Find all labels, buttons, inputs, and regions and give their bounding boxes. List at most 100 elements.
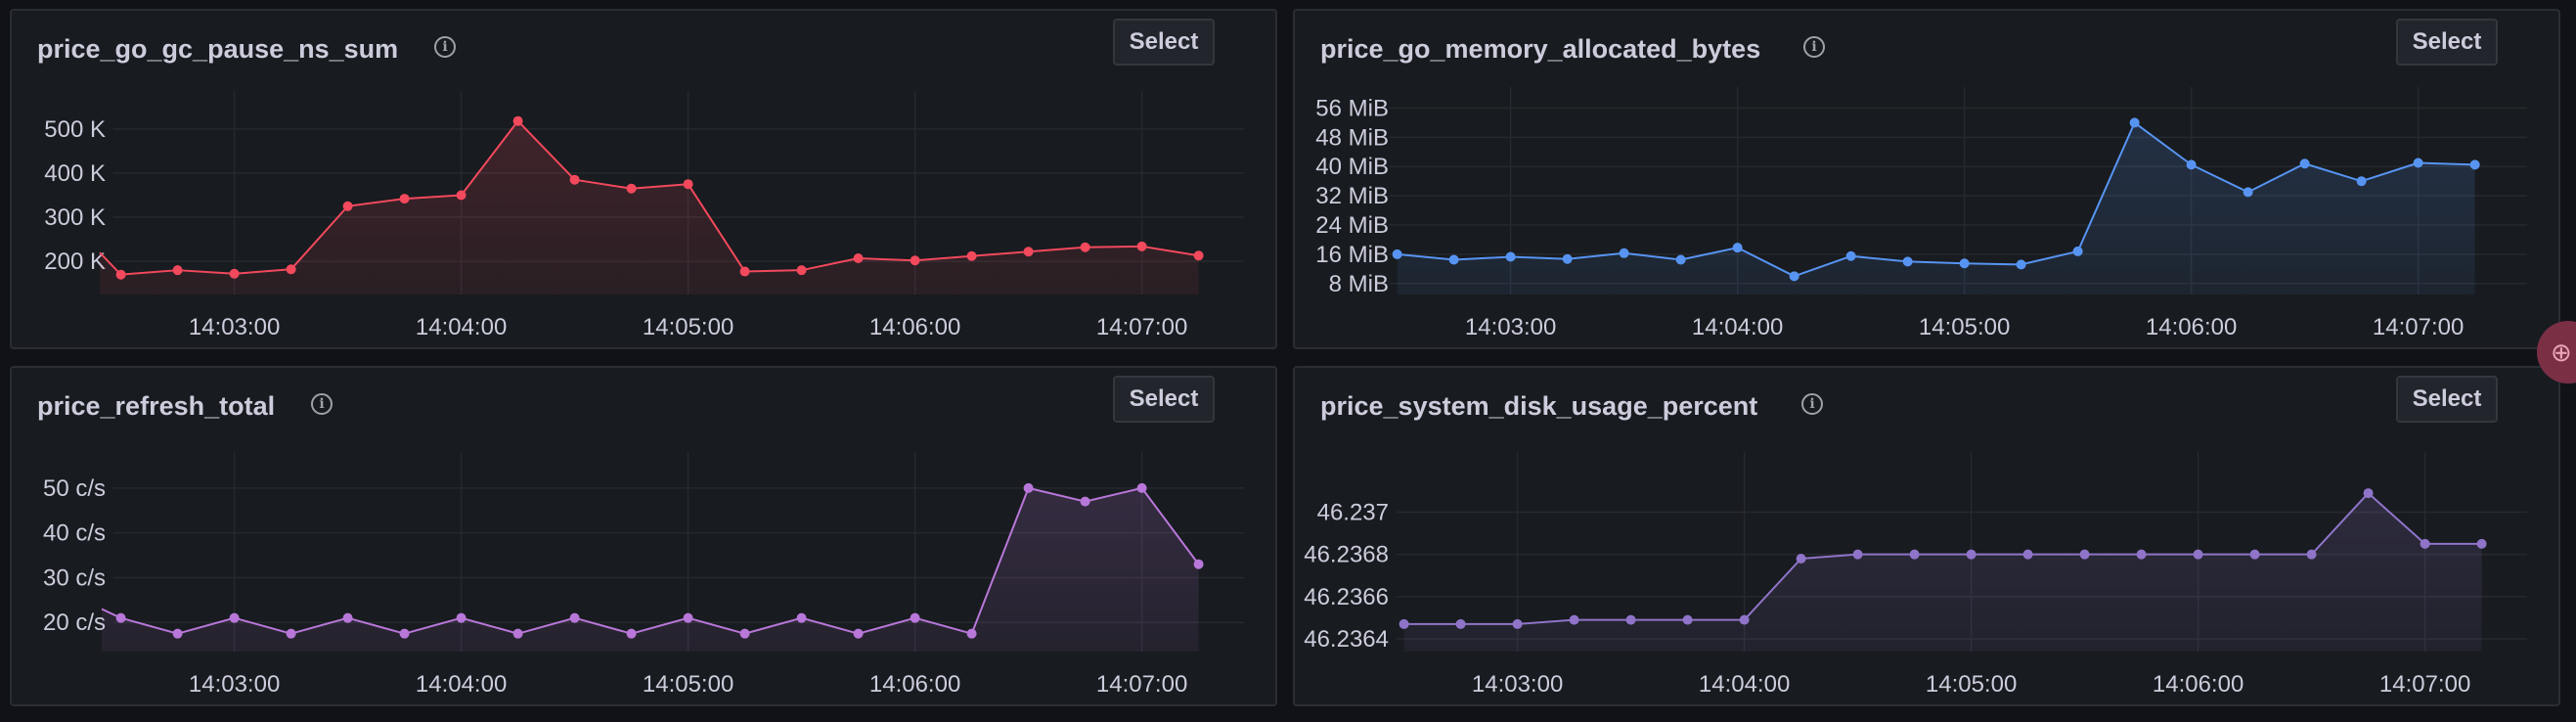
y-tick-label: 40 c/s	[43, 520, 106, 547]
data-point	[342, 201, 353, 211]
data-point	[456, 612, 466, 623]
data-point	[1789, 271, 1799, 282]
data-point	[1625, 614, 1636, 625]
data-point	[229, 268, 240, 279]
data-point	[1732, 243, 1743, 253]
data-point	[569, 174, 580, 185]
data-point	[2129, 117, 2140, 128]
x-tick-label: 14:04:00	[1692, 314, 1783, 340]
x-tick-label: 14:05:00	[643, 314, 733, 340]
data-point	[512, 628, 523, 639]
data-point	[2469, 159, 2480, 170]
y-tick-label: 200 K	[44, 248, 106, 275]
y-tick-label: 8 MiB	[1329, 271, 1389, 297]
data-point	[853, 253, 864, 264]
data-point	[1682, 614, 1693, 625]
data-point	[399, 628, 410, 639]
data-point	[966, 628, 977, 639]
x-tick-label: 14:06:00	[2146, 314, 2237, 340]
data-point	[739, 628, 750, 639]
y-tick-label: 46.2368	[1304, 542, 1389, 568]
data-point	[683, 612, 693, 623]
data-point	[456, 190, 466, 201]
data-point	[683, 179, 693, 190]
data-point	[172, 628, 183, 639]
data-point	[2249, 549, 2260, 560]
x-tick-label: 14:03:00	[1465, 314, 1556, 340]
data-point	[1392, 248, 1402, 259]
data-point	[1909, 549, 1920, 560]
data-point	[1902, 256, 1913, 267]
y-tick-label: 46.237	[1317, 500, 1389, 526]
data-point	[2072, 246, 2083, 256]
data-point	[115, 612, 126, 623]
x-tick-label: 14:03:00	[1472, 671, 1563, 698]
data-point	[1505, 251, 1516, 262]
data-point	[1619, 248, 1629, 258]
y-tick-label: 24 MiB	[1315, 212, 1389, 239]
x-tick-label: 14:04:00	[1699, 671, 1790, 698]
panel-refresh-total: price_refresh_total i Select 20 c/s 30 c/…	[10, 366, 1277, 706]
data-point	[1959, 258, 1970, 269]
x-tick-label: 14:03:00	[189, 314, 280, 340]
data-point	[2363, 488, 2374, 499]
data-point	[2136, 549, 2147, 560]
panel-memory-allocated: price_go_memory_allocated_bytes i Select…	[1293, 9, 2560, 349]
series-area	[100, 120, 1199, 294]
data-point	[796, 265, 807, 276]
data-point	[286, 264, 296, 275]
data-point	[1966, 549, 1976, 560]
x-tick-label: 14:05:00	[643, 671, 733, 698]
x-tick-label: 14:05:00	[1926, 671, 2017, 698]
data-point	[796, 612, 807, 623]
chart-gc-pause: 200 K 300 K 400 K 500 K 14:03:00 14:04:00 14:0…	[44, 91, 1244, 340]
y-tick-label: 400 K	[44, 160, 106, 187]
x-tick-label: 14:06:00	[869, 314, 960, 340]
x-tick-label: 14:07:00	[2379, 671, 2470, 698]
y-tick-label: 40 MiB	[1315, 154, 1389, 180]
x-tick-label: 14:04:00	[416, 314, 507, 340]
data-point	[342, 612, 353, 623]
series-area	[1403, 493, 2482, 652]
x-tick-label: 14:05:00	[1919, 314, 2010, 340]
data-point	[1455, 618, 1466, 629]
data-point	[2476, 538, 2487, 549]
x-tick-label: 14:07:00	[1096, 671, 1187, 698]
data-point	[1512, 618, 1523, 629]
data-point	[1136, 241, 1147, 251]
data-point	[1080, 496, 1090, 507]
data-point	[910, 612, 920, 623]
data-point	[2186, 159, 2197, 170]
chart-disk-usage: 46.2364 46.2366 46.2368 46.237 14:03:00 14:04…	[1304, 452, 2527, 698]
data-point	[626, 628, 637, 639]
y-tick-label: 48 MiB	[1315, 124, 1389, 151]
data-point	[2299, 158, 2310, 169]
data-point	[1739, 614, 1750, 625]
x-tick-label: 14:04:00	[416, 671, 507, 698]
y-tick-label: 30 c/s	[43, 564, 106, 591]
data-point	[1845, 250, 1856, 261]
data-point	[2193, 549, 2203, 560]
data-point	[2420, 538, 2430, 549]
y-tick-label: 300 K	[44, 204, 106, 231]
data-point	[1448, 254, 1459, 265]
data-point	[1562, 253, 1573, 264]
data-point	[2079, 549, 2090, 560]
data-point	[1023, 482, 1034, 493]
y-tick-label: 16 MiB	[1315, 242, 1389, 268]
data-point	[115, 269, 126, 280]
data-point	[286, 628, 296, 639]
data-point	[966, 250, 977, 261]
data-point	[910, 255, 920, 266]
data-point	[512, 115, 523, 126]
x-tick-label: 14:07:00	[1096, 314, 1187, 340]
data-point	[2356, 176, 2367, 187]
panel-gc-pause: price_go_gc_pause_ns_sum i Select 200 K3…	[10, 9, 1277, 349]
data-point	[229, 612, 240, 623]
data-point	[2243, 187, 2253, 198]
data-point	[626, 183, 637, 194]
series-area	[1397, 122, 2475, 294]
panel-disk-usage: price_system_disk_usage_percent i Select…	[1293, 366, 2560, 706]
chart-refresh-total: 20 c/s 30 c/s 40 c/s 50 c/s 14:03:00 14:04:00…	[43, 452, 1244, 698]
data-point	[1399, 618, 1409, 629]
